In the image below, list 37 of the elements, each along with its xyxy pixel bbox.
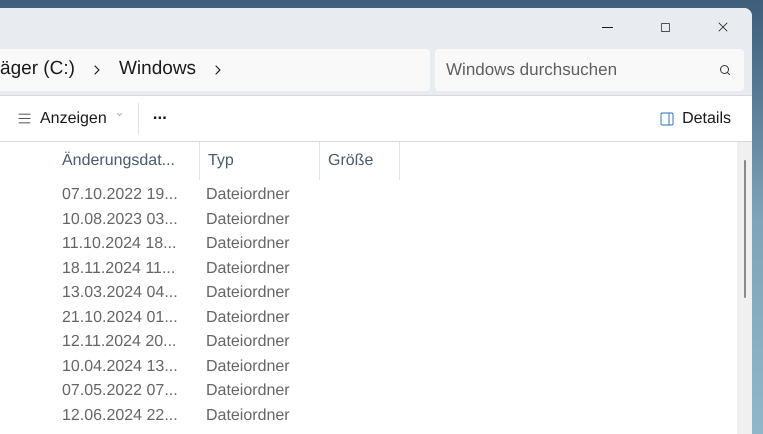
table-cell-text: 18.11.2024 11... — [62, 258, 176, 279]
details-button[interactable]: Details — [659, 106, 731, 130]
table-cell-text: Dateiordner — [206, 308, 291, 328]
caret-icon — [114, 110, 124, 119]
table-cell-text: 10.08.2023 03... — [62, 210, 179, 230]
table-cell-text: 10.04.2024 13... — [62, 356, 179, 377]
table-cell-text: Dateiordner — [206, 332, 291, 352]
column-header[interactable]: Größe — [320, 142, 400, 180]
more-button[interactable]: ... — [152, 100, 167, 126]
column-header[interactable]: Änderungsdat... — [54, 142, 200, 180]
table-cell-text: Dateiordner — [206, 210, 291, 230]
address-bar[interactable]: äger (C:) Windows — [0, 48, 430, 90]
table-cell-text: 21.10.2024 01... — [62, 308, 179, 328]
table-cell-text: 07.10.2022 19... — [62, 185, 179, 206]
scrollbar-thumb[interactable] — [744, 160, 746, 298]
search-icon — [719, 64, 731, 76]
details-pane-icon — [659, 110, 676, 126]
table-cell-text: 13.03.2024 04... — [62, 283, 179, 304]
view-button[interactable]: Anzeigen — [17, 106, 124, 130]
table-cell-text: Dateiordner — [206, 185, 291, 206]
table-cell-text: 12.06.2024 22... — [62, 406, 179, 426]
lines-icon — [17, 111, 32, 126]
table-cell-text: Dateiordner — [206, 234, 291, 254]
table-cell-text: Dateiordner — [206, 258, 291, 279]
minimize-icon — [602, 26, 612, 28]
table-cell-text: Dateiordner — [206, 381, 291, 402]
table-cell-text: 07.05.2022 07... — [62, 381, 179, 402]
table-cell-text: 11.10.2024 18... — [62, 234, 178, 254]
table-cell-text: 12.11.2024 20... — [62, 332, 178, 352]
column-header[interactable]: Typ — [200, 142, 320, 180]
breadcrumb-item[interactable]: Windows — [118, 55, 196, 84]
table-cell-text: Dateiordner — [206, 406, 291, 426]
search-field[interactable]: Windows durchsuchen — [435, 48, 744, 90]
table-cell-text: Dateiordner — [206, 356, 291, 377]
breadcrumb-item[interactable]: äger (C:) — [0, 55, 75, 84]
maximize-icon — [660, 22, 670, 32]
table-cell-text: Dateiordner — [206, 283, 291, 304]
